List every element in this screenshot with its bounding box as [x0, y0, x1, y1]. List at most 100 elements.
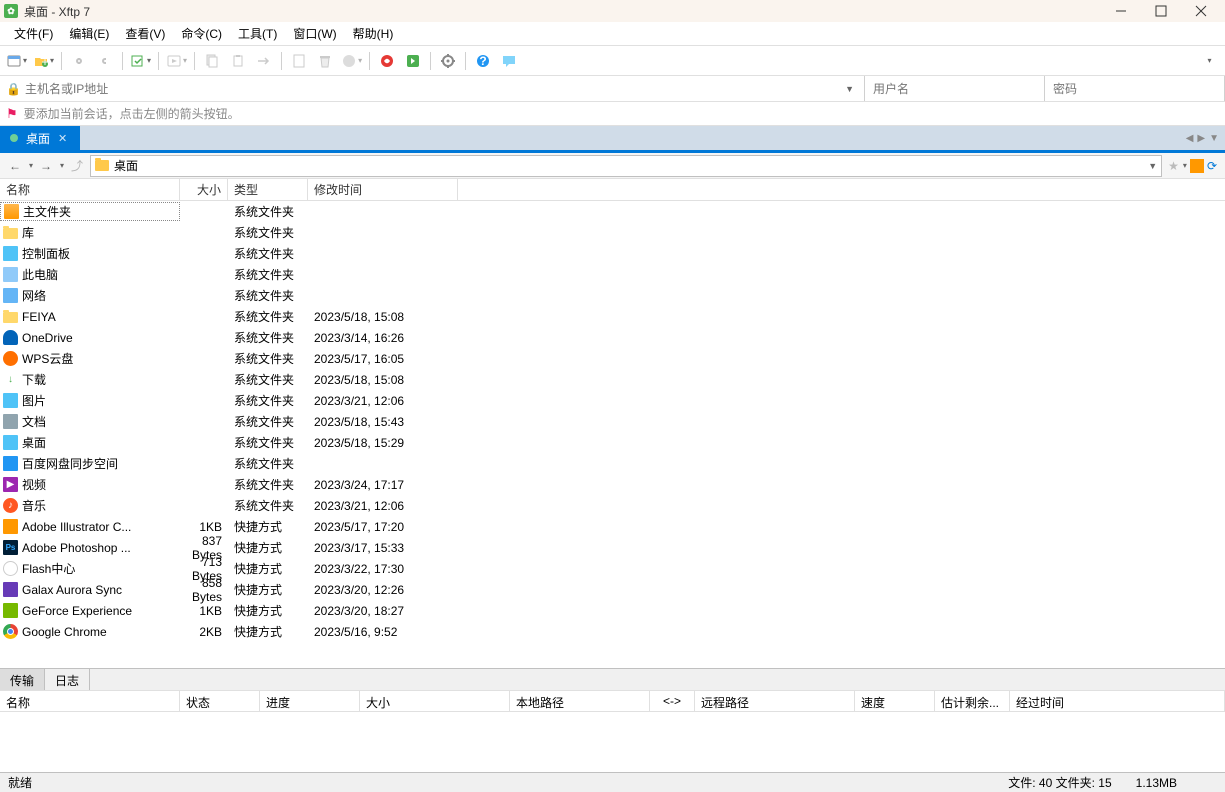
file-row[interactable]: Galax Aurora Sync858 Bytes快捷方式2023/3/20,…: [0, 579, 1225, 600]
host-dropdown-icon[interactable]: ▼: [841, 84, 858, 94]
file-row[interactable]: 桌面系统文件夹2023/5/18, 15:29: [0, 432, 1225, 453]
status-bar: 就绪 文件: 40 文件夹: 15 1.13MB: [0, 772, 1225, 792]
file-icon: Ps: [3, 540, 18, 555]
new-folder-button[interactable]: +▾: [31, 49, 56, 73]
tcol-elapsed[interactable]: 经过时间: [1010, 691, 1225, 711]
file-row[interactable]: 此电脑系统文件夹: [0, 264, 1225, 285]
feedback-button[interactable]: [497, 49, 521, 73]
file-name: 桌面: [22, 434, 46, 451]
file-name: 下载: [22, 371, 46, 388]
password-input[interactable]: [1053, 82, 1216, 96]
menu-file[interactable]: 文件(F): [6, 22, 61, 45]
menu-edit[interactable]: 编辑(E): [61, 22, 117, 45]
path-box[interactable]: ▼: [90, 155, 1162, 177]
file-icon: ▶: [3, 477, 18, 492]
tcol-arrow[interactable]: <->: [650, 691, 695, 711]
link-button[interactable]: [67, 49, 91, 73]
close-button[interactable]: [1181, 0, 1221, 22]
tab-desktop[interactable]: 桌面 ✕: [0, 126, 80, 150]
username-input[interactable]: [873, 82, 1036, 96]
new-session-button[interactable]: ▾: [4, 49, 29, 73]
transfer-body: [0, 712, 1225, 772]
file-row[interactable]: OneDrive系统文件夹2023/3/14, 16:26: [0, 327, 1225, 348]
unlink-button[interactable]: [93, 49, 117, 73]
host-field[interactable]: 🔒 ▼: [0, 76, 865, 101]
tcol-status[interactable]: 状态: [180, 691, 260, 711]
path-input[interactable]: [114, 159, 1148, 173]
menu-window[interactable]: 窗口(W): [285, 22, 344, 45]
minimize-button[interactable]: [1101, 0, 1141, 22]
file-modified: 2023/3/21, 12:06: [308, 394, 458, 408]
rename-button[interactable]: [252, 49, 276, 73]
refresh-icon[interactable]: ⟳: [1207, 159, 1217, 173]
home-icon[interactable]: [1190, 159, 1204, 173]
file-row[interactable]: 控制面板系统文件夹: [0, 243, 1225, 264]
file-list[interactable]: 主文件夹系统文件夹库系统文件夹控制面板系统文件夹此电脑系统文件夹网络系统文件夹F…: [0, 201, 1225, 668]
file-modified: 2023/5/18, 15:08: [308, 373, 458, 387]
nav-forward-button[interactable]: →: [35, 155, 57, 177]
stop-button[interactable]: ▾: [339, 49, 364, 73]
file-row[interactable]: 库系统文件夹: [0, 222, 1225, 243]
nav-bar: ← ▾ → ▾ ⤴ ▼ ★ ▾ ⟳: [0, 153, 1225, 179]
file-row[interactable]: Google Chrome2KB快捷方式2023/5/16, 9:52: [0, 621, 1225, 642]
menu-view[interactable]: 查看(V): [117, 22, 173, 45]
tcol-remote[interactable]: 远程路径: [695, 691, 855, 711]
xshell-button[interactable]: [375, 49, 399, 73]
menu-tool[interactable]: 工具(T): [230, 22, 285, 45]
path-dropdown-icon[interactable]: ▼: [1148, 161, 1157, 171]
file-name: 网络: [22, 287, 46, 304]
tcol-name[interactable]: 名称: [0, 691, 180, 711]
tab-prev-icon[interactable]: ◀: [1186, 133, 1194, 144]
tcol-progress[interactable]: 进度: [260, 691, 360, 711]
col-type[interactable]: 类型: [228, 179, 308, 200]
file-row[interactable]: WPS云盘系统文件夹2023/5/17, 16:05: [0, 348, 1225, 369]
nav-back-button[interactable]: ←: [4, 155, 26, 177]
nav-up-button[interactable]: ⤴: [66, 155, 88, 177]
menu-help[interactable]: 帮助(H): [345, 22, 402, 45]
tab-next-icon[interactable]: ▶: [1197, 133, 1205, 144]
tab-close-icon[interactable]: ✕: [58, 132, 67, 145]
file-row[interactable]: ↓下载系统文件夹2023/5/18, 15:08: [0, 369, 1225, 390]
maximize-button[interactable]: [1141, 0, 1181, 22]
tcol-eta[interactable]: 估计剩余...: [935, 691, 1010, 711]
tcol-size[interactable]: 大小: [360, 691, 510, 711]
file-row[interactable]: 主文件夹系统文件夹: [0, 201, 1225, 222]
play-button[interactable]: ▾: [164, 49, 189, 73]
help-button[interactable]: ?: [471, 49, 495, 73]
tab-log[interactable]: 日志: [45, 669, 90, 690]
file-row[interactable]: FEIYA系统文件夹2023/5/18, 15:08: [0, 306, 1225, 327]
file-icon: [3, 351, 18, 366]
xftp-button[interactable]: [401, 49, 425, 73]
toolbar-overflow[interactable]: ▾: [1197, 49, 1221, 73]
file-row[interactable]: 文档系统文件夹2023/5/18, 15:43: [0, 411, 1225, 432]
tcol-local[interactable]: 本地路径: [510, 691, 650, 711]
file-icon: ♪: [3, 498, 18, 513]
nav-forward-history-icon[interactable]: ▾: [60, 161, 64, 170]
file-row[interactable]: 图片系统文件夹2023/3/21, 12:06: [0, 390, 1225, 411]
col-modified[interactable]: 修改时间: [308, 179, 458, 200]
file-row[interactable]: ▶视频系统文件夹2023/3/24, 17:17: [0, 474, 1225, 495]
tcol-speed[interactable]: 速度: [855, 691, 935, 711]
file-name: Galax Aurora Sync: [22, 583, 122, 597]
paste-button[interactable]: [226, 49, 250, 73]
file-icon: [3, 393, 18, 408]
file-row[interactable]: ♪音乐系统文件夹2023/3/21, 12:06: [0, 495, 1225, 516]
copy-button[interactable]: [200, 49, 224, 73]
col-name[interactable]: 名称: [0, 179, 180, 200]
transfer-settings-button[interactable]: ▾: [128, 49, 153, 73]
nav-back-history-icon[interactable]: ▾: [29, 161, 33, 170]
delete-button[interactable]: [313, 49, 337, 73]
options-button[interactable]: [436, 49, 460, 73]
file-row[interactable]: 百度网盘同步空间系统文件夹: [0, 453, 1225, 474]
col-size[interactable]: 大小: [180, 179, 228, 200]
properties-button[interactable]: [287, 49, 311, 73]
titlebar: ✿ 桌面 - Xftp 7: [0, 0, 1225, 22]
file-type: 系统文件夹: [228, 455, 308, 472]
tab-transfer[interactable]: 传输: [0, 669, 45, 690]
bookmark-icon[interactable]: ★: [1168, 159, 1179, 173]
menu-command[interactable]: 命令(C): [173, 22, 230, 45]
file-row[interactable]: GeForce Experience1KB快捷方式2023/3/20, 18:2…: [0, 600, 1225, 621]
tab-list-icon[interactable]: ▼: [1209, 133, 1219, 144]
host-input[interactable]: [25, 82, 841, 96]
file-row[interactable]: 网络系统文件夹: [0, 285, 1225, 306]
